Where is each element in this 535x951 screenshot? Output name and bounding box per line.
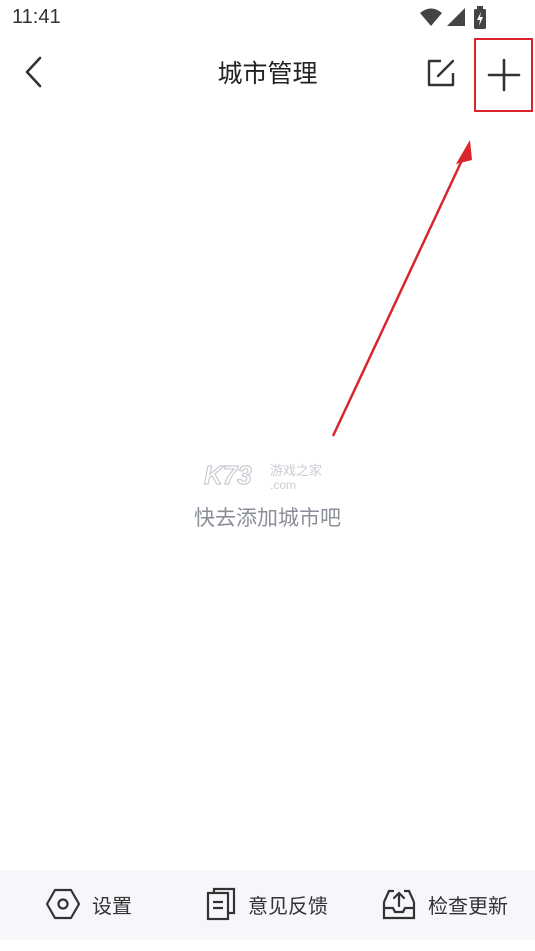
settings-button[interactable]: 设置 [46,886,132,922]
plus-icon [487,58,520,92]
tray-upload-icon [382,889,416,920]
status-time: 11:41 [12,6,61,28]
add-city-button[interactable] [474,38,533,112]
feedback-button[interactable]: 意见反馈 [206,886,328,922]
battery-charging-icon [474,6,486,29]
k73-watermark-logo: K73 游戏之家 .com [200,458,335,494]
bottom-toolbar: 设置 意见反馈 检查更新 [0,870,535,940]
document-feedback-icon [206,887,236,921]
check-update-button[interactable]: 检查更新 [382,886,508,922]
edit-icon [427,59,455,87]
svg-text:K73: K73 [204,460,252,490]
svg-text:.com: .com [270,478,296,492]
status-bar: 11:41 [0,0,535,36]
edit-button[interactable] [420,52,462,94]
wifi-icon [420,8,442,26]
settings-hexagon-icon [46,888,80,920]
svg-text:游戏之家: 游戏之家 [270,463,322,479]
feedback-label: 意见反馈 [248,893,328,918]
settings-label: 设置 [92,893,132,918]
check-update-label: 检查更新 [428,893,508,918]
header: 城市管理 [0,38,535,112]
empty-state-message: 快去添加城市吧 [194,506,341,530]
status-icons [415,6,495,30]
cellular-signal-icon [447,8,465,26]
